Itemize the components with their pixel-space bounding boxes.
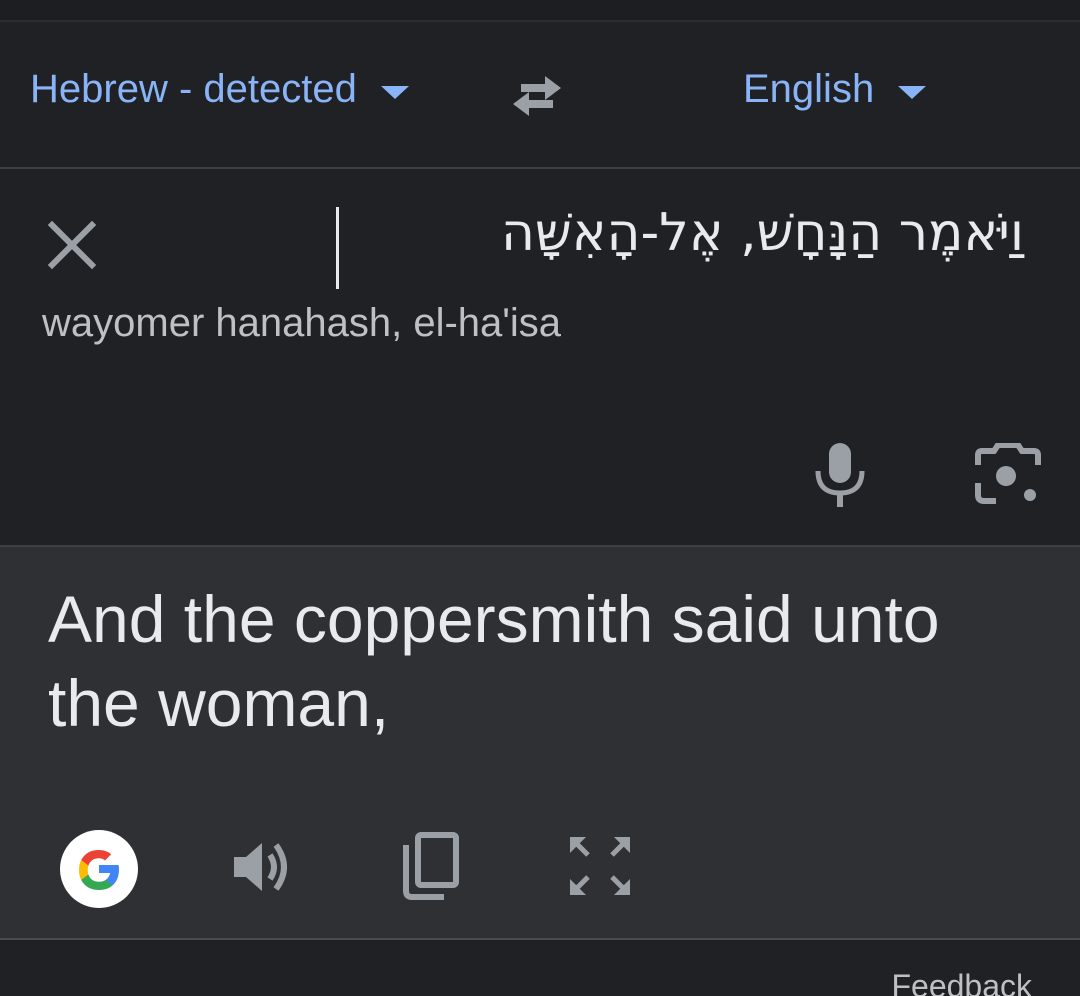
- copy-icon: [403, 832, 459, 900]
- text-cursor: [336, 207, 339, 289]
- feedback-link[interactable]: Feedback: [891, 968, 1032, 996]
- voice-input-button[interactable]: [808, 441, 872, 509]
- camera-icon: [975, 442, 1041, 504]
- transliteration-text: wayomer hanahash, el-ha'isa: [42, 301, 562, 345]
- copy-translation-button[interactable]: [398, 831, 464, 901]
- clear-text-button[interactable]: [44, 217, 100, 273]
- target-language-label: English: [743, 67, 875, 111]
- top-divider: [0, 0, 1080, 22]
- listen-button[interactable]: [230, 835, 298, 899]
- translate-app: Hebrew - detected English וַיֹּאמֶר הַנָ…: [0, 0, 1080, 996]
- microphone-icon: [815, 443, 865, 507]
- source-language-selector[interactable]: Hebrew - detected: [30, 67, 409, 112]
- source-language-label: Hebrew - detected: [30, 67, 357, 111]
- google-logo-icon: [79, 850, 119, 890]
- swap-languages-button[interactable]: [505, 66, 575, 126]
- camera-input-button[interactable]: [972, 442, 1044, 507]
- fullscreen-button[interactable]: [566, 833, 634, 899]
- swap-horiz-icon: [513, 76, 561, 116]
- fullscreen-icon: [570, 837, 630, 895]
- target-language-selector[interactable]: English: [743, 67, 927, 112]
- footer-bar: Feedback: [0, 940, 1080, 996]
- google-search-button[interactable]: [60, 830, 138, 908]
- source-text-input[interactable]: וַיֹּאמֶר הַנָּחָשׁ, אֶל-הָאִשָּׁה: [501, 203, 1024, 263]
- translation-output-panel: And the coppersmith said unto the woman,: [0, 547, 1080, 940]
- language-bar: Hebrew - detected English: [0, 22, 1080, 169]
- translated-text: And the coppersmith said unto the woman,: [48, 582, 940, 740]
- chevron-down-icon: [898, 86, 927, 99]
- chevron-down-icon: [380, 86, 409, 99]
- source-input-panel: וַיֹּאמֶר הַנָּחָשׁ, אֶל-הָאִשָּׁה wayom…: [0, 169, 1080, 547]
- volume-up-icon: [234, 843, 287, 891]
- close-icon: [47, 220, 97, 270]
